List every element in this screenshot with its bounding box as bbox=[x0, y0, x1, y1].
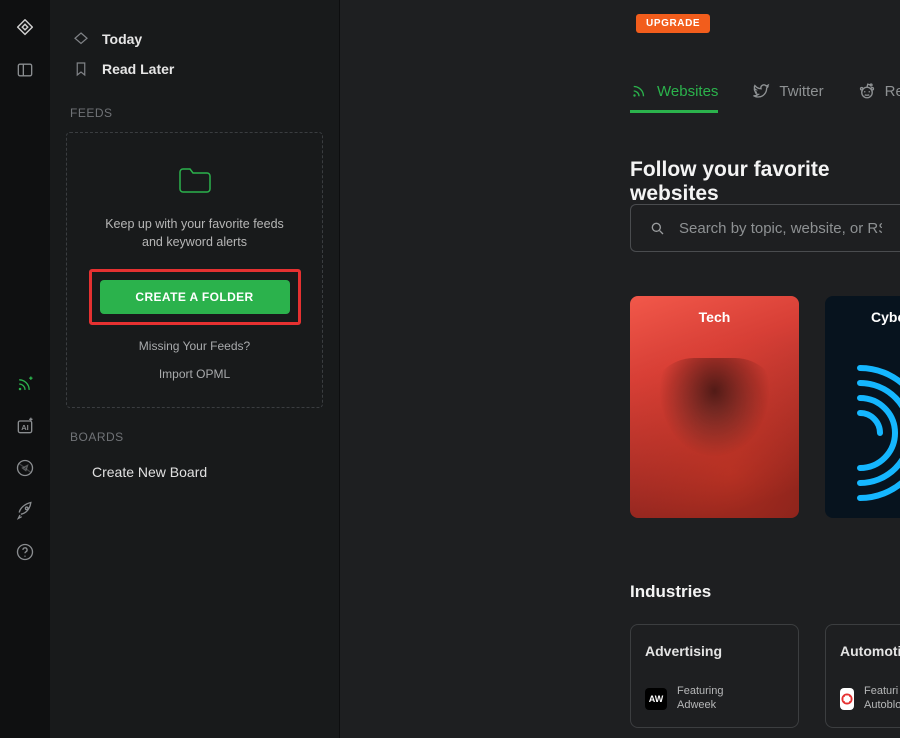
source-badge: AW bbox=[645, 688, 667, 710]
rocket-icon[interactable] bbox=[9, 494, 41, 526]
main-content: UPGRADE Websites Twitter Redd Follow you… bbox=[340, 0, 900, 738]
topic-card-cyber[interactable]: Cyber bbox=[825, 296, 900, 518]
feeds-blurb: Keep up with your favorite feeds and key… bbox=[95, 215, 295, 251]
panel-toggle-icon[interactable] bbox=[9, 54, 41, 86]
add-content-icon[interactable] bbox=[9, 368, 41, 400]
source-badge bbox=[840, 688, 854, 710]
app-logo-icon[interactable] bbox=[9, 12, 41, 44]
import-opml-link[interactable]: Import OPML bbox=[79, 367, 310, 381]
annotation-highlight: CREATE A FOLDER bbox=[89, 269, 301, 325]
sidebar-item-read-later[interactable]: Read Later bbox=[66, 54, 323, 84]
industry-card-automotive[interactable]: Automotive Featuri Autoblo bbox=[825, 624, 900, 728]
topic-card-tech[interactable]: Tech bbox=[630, 296, 799, 518]
industry-title: Advertising bbox=[645, 643, 784, 659]
fingerprint-icon bbox=[825, 358, 900, 508]
industry-featuring: Featuri Autoblo bbox=[840, 685, 897, 713]
sidebar-item-today[interactable]: Today bbox=[66, 24, 323, 54]
svg-text:AI: AI bbox=[21, 423, 29, 432]
tab-label-twitter: Twitter bbox=[779, 83, 823, 100]
folder-icon bbox=[177, 165, 213, 195]
sidebar: Today Read Later FEEDS Keep up with your… bbox=[50, 0, 340, 738]
ai-icon[interactable]: AI bbox=[9, 410, 41, 442]
help-icon[interactable] bbox=[9, 536, 41, 568]
search-input[interactable] bbox=[679, 220, 882, 237]
bookmark-icon bbox=[72, 60, 90, 78]
today-icon bbox=[72, 30, 90, 48]
tab-label-reddit: Redd bbox=[885, 83, 900, 100]
rss-icon bbox=[630, 82, 648, 100]
industry-feat-text: Featuring Adweek bbox=[677, 685, 723, 713]
topic-label-cyber: Cyber bbox=[825, 309, 900, 325]
sidebar-section-feeds: FEEDS bbox=[70, 106, 323, 120]
industry-title: Automotive bbox=[840, 643, 897, 659]
reddit-icon bbox=[858, 82, 876, 100]
tab-twitter[interactable]: Twitter bbox=[752, 82, 823, 113]
gear-c-icon bbox=[840, 692, 854, 706]
twitter-icon bbox=[752, 82, 770, 100]
industry-card-advertising[interactable]: Advertising AW Featuring Adweek bbox=[630, 624, 799, 728]
create-board-link[interactable]: Create New Board bbox=[66, 456, 323, 488]
search-icon bbox=[649, 220, 665, 236]
industries-heading: Industries bbox=[630, 582, 711, 602]
sidebar-label-today: Today bbox=[102, 31, 142, 47]
source-tabs: Websites Twitter Redd bbox=[630, 82, 900, 123]
page-headline: Follow your favorite websites bbox=[630, 158, 900, 206]
sidebar-section-boards: BOARDS bbox=[70, 430, 323, 444]
topic-cards: Tech Cyber bbox=[630, 296, 900, 518]
industry-cards: Advertising AW Featuring Adweek Automoti… bbox=[630, 624, 900, 728]
industry-featuring: AW Featuring Adweek bbox=[645, 685, 784, 713]
search-bar[interactable] bbox=[630, 204, 900, 252]
create-folder-button[interactable]: CREATE A FOLDER bbox=[100, 280, 290, 314]
left-rail: AI bbox=[0, 0, 50, 738]
topic-label-tech: Tech bbox=[630, 309, 799, 325]
tab-websites[interactable]: Websites bbox=[630, 82, 718, 113]
tab-label-websites: Websites bbox=[657, 83, 718, 100]
tab-reddit[interactable]: Redd bbox=[858, 82, 900, 113]
upgrade-button[interactable]: UPGRADE bbox=[636, 14, 710, 33]
missing-feeds-link[interactable]: Missing Your Feeds? bbox=[79, 339, 310, 353]
industry-feat-text: Featuri Autoblo bbox=[864, 685, 900, 713]
compass-icon[interactable] bbox=[9, 452, 41, 484]
sidebar-label-read-later: Read Later bbox=[102, 61, 174, 77]
feeds-empty-box: Keep up with your favorite feeds and key… bbox=[66, 132, 323, 408]
